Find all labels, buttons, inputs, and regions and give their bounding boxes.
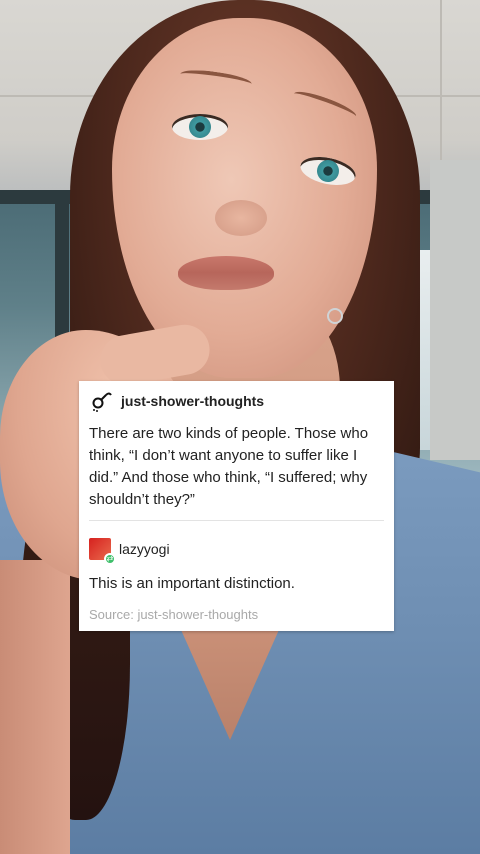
shower-head-icon[interactable]: [91, 390, 113, 412]
wall: [430, 160, 480, 460]
left-eye: [172, 114, 228, 140]
face: [112, 18, 377, 378]
lips: [178, 256, 274, 290]
post-card: just-shower-thoughts There are two kinds…: [79, 381, 394, 631]
reblog-header: ⇄ lazyyogi: [89, 538, 170, 565]
post-source[interactable]: Source: just-shower-thoughts: [89, 607, 258, 622]
reblog-comment: This is an important distinction.: [89, 575, 295, 592]
original-post-header: just-shower-thoughts: [91, 390, 264, 412]
source-name[interactable]: just-shower-thoughts: [137, 607, 258, 622]
reblogger-name[interactable]: lazyyogi: [119, 541, 170, 557]
nose: [215, 200, 267, 236]
reblog-badge-icon: ⇄: [104, 553, 116, 565]
source-label: Source:: [89, 607, 134, 622]
earring: [327, 308, 343, 324]
user-avatar[interactable]: ⇄: [89, 538, 116, 565]
arm: [0, 560, 70, 854]
original-post-text: There are two kinds of people. Those who…: [89, 425, 369, 508]
original-author-name[interactable]: just-shower-thoughts: [121, 393, 264, 409]
post-divider: [89, 520, 384, 521]
